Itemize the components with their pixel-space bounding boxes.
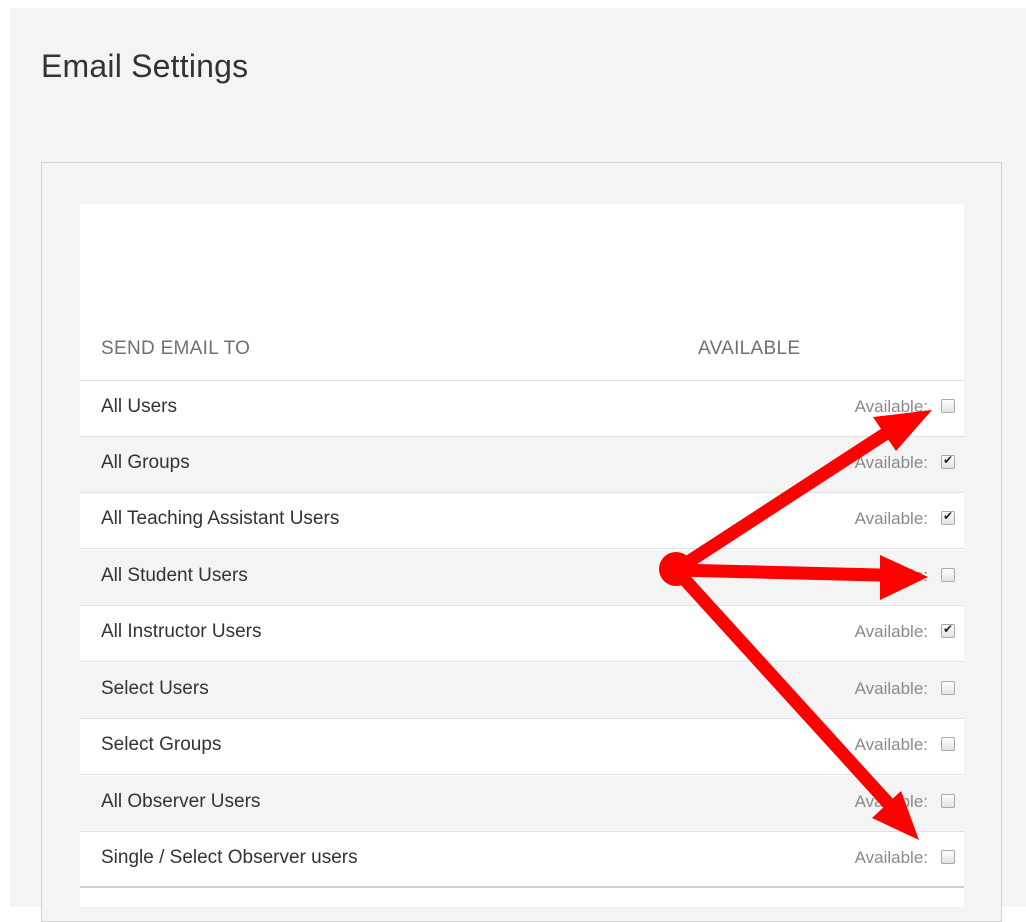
available-checkbox[interactable] (941, 568, 955, 582)
available-label: Available: (854, 792, 928, 811)
available-checkbox[interactable] (941, 453, 955, 469)
row-label: Select Groups (101, 734, 222, 755)
available-checkbox[interactable] (941, 622, 955, 638)
available-checkbox[interactable] (941, 850, 955, 864)
row-label: All Student Users (101, 565, 248, 586)
table-row: Select Users Available: (80, 663, 964, 719)
row-label: Select Users (101, 678, 209, 699)
available-label: Available: (854, 566, 928, 585)
row-label: All Instructor Users (101, 621, 262, 642)
page-title: Email Settings (41, 48, 249, 84)
available-label: Available: (854, 622, 928, 641)
available-checkbox[interactable] (941, 794, 955, 808)
table-row: Select Groups Available: (80, 719, 964, 775)
row-label: All Observer Users (101, 791, 261, 812)
row-label: All Groups (101, 452, 190, 473)
available-label: Available: (854, 848, 928, 867)
table-row: All Teaching Assistant Users Available: (80, 493, 964, 549)
available-label: Available: (854, 735, 928, 754)
table-row: Single / Select Observer users Available… (80, 832, 964, 888)
row-label: All Users (101, 396, 178, 417)
available-checkbox[interactable] (941, 399, 955, 413)
table-row: All Student Users Available: (80, 550, 964, 606)
row-label: All Teaching Assistant Users (101, 508, 340, 529)
row-label: Single / Select Observer users (101, 847, 358, 868)
available-label: Available: (854, 453, 928, 472)
table-row: All Groups Available: (80, 437, 964, 493)
available-label: Available: (854, 679, 928, 698)
available-checkbox[interactable] (941, 737, 955, 751)
available-label: Available: (854, 397, 928, 416)
column-header-send-email-to: SEND EMAIL TO (101, 338, 251, 359)
available-checkbox[interactable] (941, 681, 955, 695)
table-row: All Observer Users Available: (80, 776, 964, 832)
column-header-available: AVAILABLE (698, 338, 801, 359)
table-row: All Users Available: (80, 381, 964, 437)
table-row: All Instructor Users Available: (80, 606, 964, 662)
available-label: Available: (854, 509, 928, 528)
available-checkbox[interactable] (941, 509, 955, 525)
